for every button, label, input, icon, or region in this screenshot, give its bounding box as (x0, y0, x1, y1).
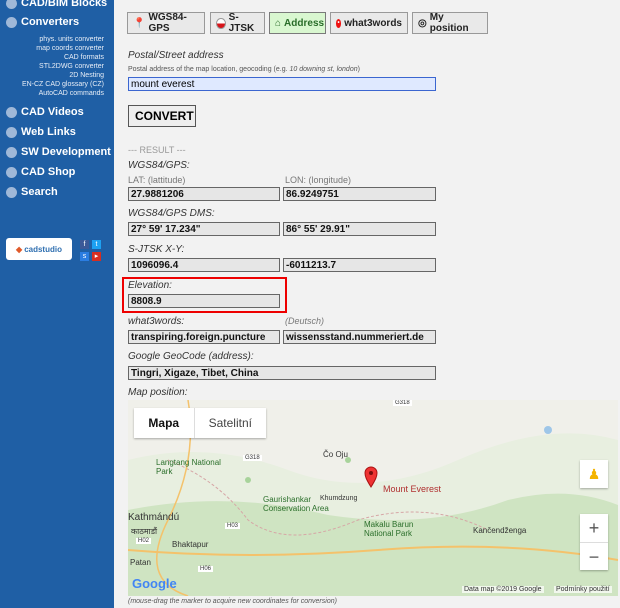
what3words-language: (Deutsch) (285, 316, 325, 326)
tab-what3words[interactable]: • what3words (330, 12, 408, 34)
road-label: H02 (136, 538, 152, 544)
tab-wgs84-gps[interactable]: 📍 WGS84-GPS (127, 12, 205, 34)
road-label: H03 (225, 523, 241, 529)
map-label-patan: Patan (130, 558, 151, 567)
sjtsk-x-field[interactable]: 1096096.4 (128, 258, 280, 272)
lat-label: LAT: (lattitude) (128, 175, 186, 185)
grid-icon (6, 0, 17, 9)
map-tab-satellite[interactable]: Satelitní (193, 408, 266, 438)
google-logo: Google (132, 576, 177, 591)
sidebar-item-cad-shop[interactable]: CAD Shop (6, 166, 75, 178)
terms-link[interactable]: Podmínky použití (554, 586, 612, 593)
wgs84-label: WGS84/GPS: (128, 160, 190, 171)
sidebar-item-cad-bim-blocks[interactable]: CAD/BIM Blocks (6, 0, 107, 9)
elevation-label: Elevation: (128, 280, 172, 291)
sidebar-item-cad-videos[interactable]: CAD Videos (6, 106, 84, 118)
sidebar-subitem[interactable]: map coords converter (36, 45, 104, 52)
cadstudio-logo[interactable]: ◆ cadstudio (6, 238, 72, 260)
geocode-field[interactable]: Tingri, Xigaze, Tibet, China (128, 366, 436, 380)
sidebar-item-search[interactable]: Search (6, 186, 58, 198)
dms-label: WGS84/GPS DMS: (128, 208, 215, 219)
zoom-out-button[interactable]: − (580, 542, 608, 571)
w3w-icon: • (336, 18, 342, 28)
cart-icon (6, 166, 17, 178)
map-tab-mapa[interactable]: Mapa (134, 408, 194, 438)
globe-icon (6, 126, 17, 138)
map-label-kanchenjunga: Kančendženga (473, 526, 527, 535)
what3words-label: what3words: (128, 316, 185, 327)
result-separator: --- RESULT --- (128, 145, 186, 155)
lon-dms-field[interactable]: 86° 55' 29.91" (283, 222, 436, 236)
what3words-en-field[interactable]: transpiring.foreign.puncture (128, 330, 280, 344)
tab-s-jtsk[interactable]: S-JTSK (210, 12, 265, 34)
gear-icon (6, 16, 17, 28)
geocode-label: Google GeoCode (address): (128, 351, 254, 362)
facebook-icon[interactable]: f (80, 240, 89, 249)
road-label: G318 (243, 455, 262, 461)
address-hint: Postal address of the map location, geoc… (128, 66, 360, 73)
search-icon (6, 186, 17, 198)
footer-note: (mouse-drag the marker to acquire new co… (128, 598, 337, 605)
pegman-icon[interactable]: ♟ (580, 460, 608, 488)
sidebar-item-sw-development[interactable]: SW Development (6, 146, 111, 158)
address-label: Postal/Street address (128, 50, 224, 61)
map[interactable]: Mapa Satelitní Langtang National Park Čo… (128, 400, 618, 596)
wrench-icon (6, 146, 17, 158)
map-label-kathmandu: Kathmándú (128, 512, 180, 523)
road-label: H06 (198, 566, 214, 572)
skype-icon[interactable]: s (80, 252, 89, 261)
map-label-mount-everest: Mount Everest (383, 484, 442, 494)
pin-icon: 📍 (133, 17, 146, 29)
lat-field[interactable]: 27.9881206 (128, 187, 280, 201)
sidebar-subitem[interactable]: AutoCAD commands (39, 90, 104, 97)
target-icon: ◎ (418, 17, 427, 29)
map-attribution: Data map ©2019 Google (462, 586, 544, 593)
twitter-icon[interactable]: t (92, 240, 101, 249)
lon-label: LON: (longitude) (285, 175, 352, 185)
sidebar: CAD/BIM Blocks Converters phys. units co… (0, 0, 114, 608)
sidebar-item-web-links[interactable]: Web Links (6, 126, 76, 138)
map-label-bhaktapur: Bhaktapur (172, 540, 209, 549)
sjtsk-label: S-JTSK X-Y: (128, 244, 185, 255)
map-label-kathmandu-nepali: काठमाडौं (131, 527, 158, 536)
map-position-label: Map position: (128, 387, 188, 398)
what3words-de-field[interactable]: wissensstand.nummeriert.de (283, 330, 436, 344)
tab-address[interactable]: ⌂ Address (269, 12, 326, 34)
address-input[interactable] (128, 77, 436, 91)
road-label: G318 (393, 400, 412, 406)
sidebar-subitem[interactable]: EN-CZ CAD glossary (CZ) (22, 81, 104, 88)
main-content: 📍 WGS84-GPS S-JTSK ⌂ Address • what3words ◎… (114, 0, 620, 608)
play-icon (6, 106, 17, 118)
map-label-khumdzung: Khumdzung (320, 495, 358, 502)
convert-button[interactable]: CONVERT (128, 105, 196, 127)
elevation-field[interactable]: 8808.9 (128, 294, 280, 308)
map-label-cho-oyu: Čo Oju (323, 450, 348, 459)
sidebar-subitem[interactable]: phys. units converter (39, 36, 104, 43)
zoom-control: + − (580, 514, 608, 570)
lon-field[interactable]: 86.9249751 (283, 187, 436, 201)
map-type-toggle: Mapa Satelitní (134, 408, 266, 438)
map-label-langtang: Langtang National Park (156, 458, 221, 476)
sidebar-subitem[interactable]: 2D Nesting (69, 72, 104, 79)
sidebar-subitem[interactable]: CAD formats (64, 54, 104, 61)
sjtsk-y-field[interactable]: -6011213.7 (283, 258, 436, 272)
map-marker-icon[interactable] (364, 466, 378, 488)
tab-my-position[interactable]: ◎ My position (412, 12, 488, 34)
zoom-in-button[interactable]: + (580, 514, 608, 542)
map-label-makalu-barun: Makalu Barun National Park (364, 520, 414, 538)
youtube-icon[interactable]: ▸ (92, 252, 101, 261)
home-icon: ⌂ (275, 17, 282, 29)
sidebar-subitem[interactable]: STL2DWG converter (39, 63, 104, 70)
lat-dms-field[interactable]: 27° 59' 17.234" (128, 222, 280, 236)
sidebar-item-converters[interactable]: Converters (6, 16, 79, 28)
flag-cz-icon (216, 17, 226, 29)
